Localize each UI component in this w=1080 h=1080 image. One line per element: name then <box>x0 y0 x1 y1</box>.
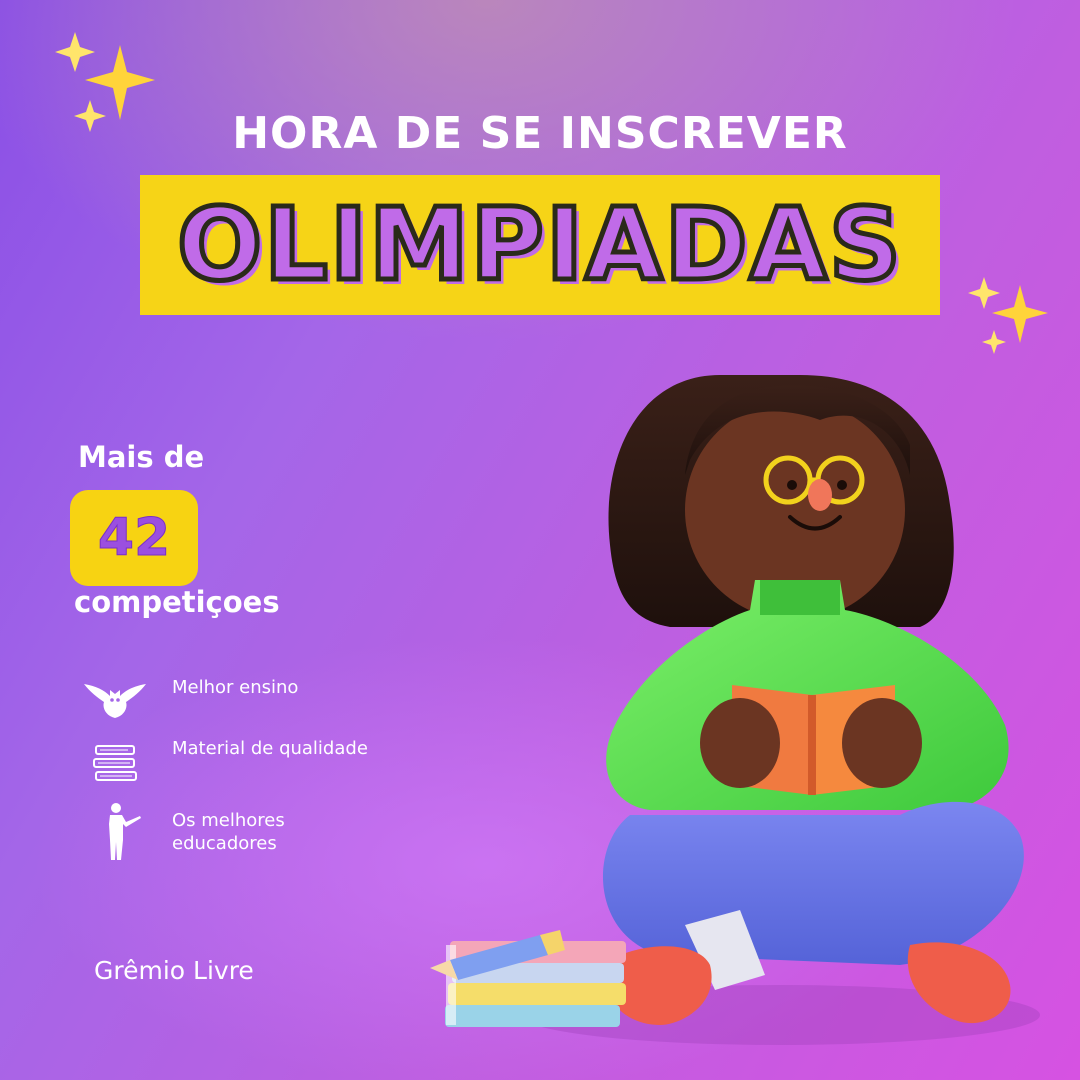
owl-icon <box>84 684 146 718</box>
competition-count-badge: 42 <box>70 490 198 586</box>
banner-title: OLIMPIADAS <box>175 184 904 306</box>
teacher-pointer-icon <box>109 803 141 860</box>
stats-prefix: Mais de <box>78 440 205 474</box>
sparkle-icon <box>968 277 1048 354</box>
brand-name: Grêmio Livre <box>94 956 254 985</box>
student-reading-illustration <box>430 375 1040 1045</box>
promo-poster: HORA DE SE INSCREVER OLIMPIADAS Mais de … <box>0 0 1080 1080</box>
book-stack-icon <box>93 745 137 781</box>
stats-suffix: competiçoes <box>74 585 280 619</box>
feature-label-educators: Os melhores educadores <box>172 810 285 854</box>
headline: HORA DE SE INSCREVER <box>232 108 848 159</box>
feature-label-teaching: Melhor ensino <box>172 677 299 698</box>
feature-label-material: Material de qualidade <box>172 738 368 759</box>
